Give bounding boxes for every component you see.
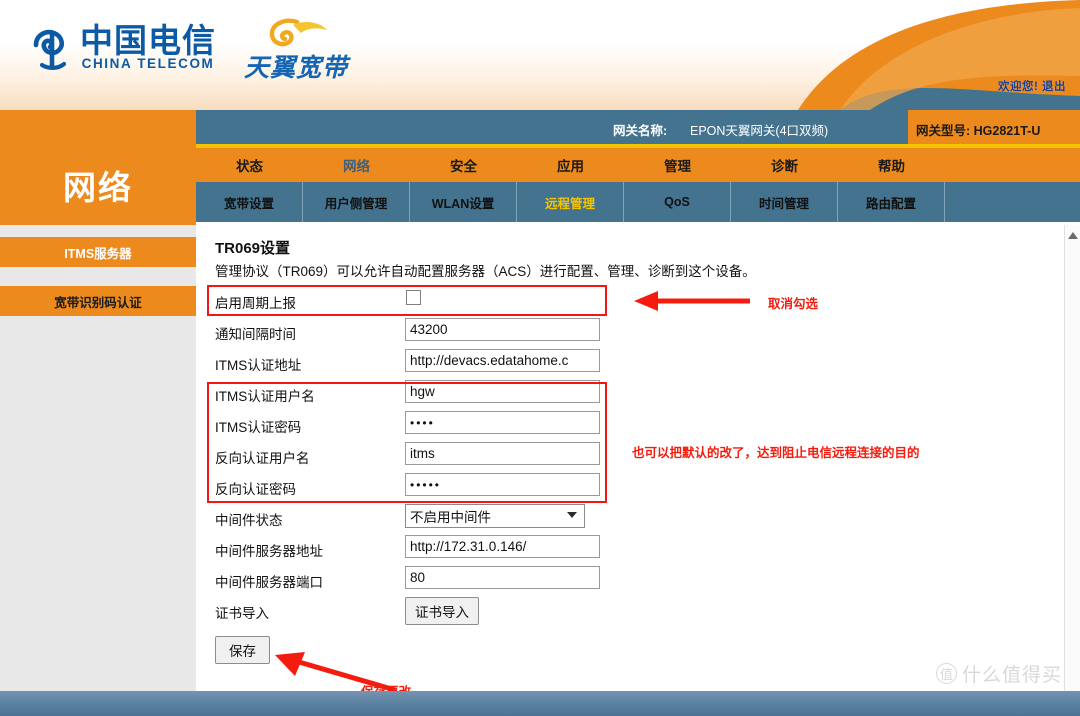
china-telecom-logo: 中国电信 CHINA TELECOM	[30, 24, 216, 71]
section-title-block: 网络	[0, 144, 196, 225]
form-row-10: 证书导入 证书导入	[196, 595, 1080, 626]
field-label-5: 反向认证用户名	[215, 451, 310, 466]
nav-item-5[interactable]: 诊断	[731, 148, 838, 182]
form-row-7: 中间件状态	[196, 502, 1080, 533]
main-nav: 状态 网络 安全 应用 管理 诊断 帮助	[196, 148, 1080, 182]
gateway-name-label: 网关名称:	[613, 124, 668, 138]
tr069-form: 启用周期上报通知间隔时间 ITMS认证地址 ITMS认证用户名 ITMS认证密码反向认…	[196, 285, 1080, 668]
field-input-2[interactable]	[405, 349, 600, 372]
nav-item-0[interactable]: 状态	[196, 148, 303, 182]
nav-item-6[interactable]: 帮助	[838, 148, 945, 182]
sidebar-item-1[interactable]: 宽带识别码认证	[0, 286, 196, 316]
sidebar-item-0[interactable]: ITMS服务器	[0, 237, 196, 267]
gateway-info-bar: 网关名称: EPON天翼网关(4口双频) 网关型号: HG2821T-U	[0, 110, 1080, 144]
tianyi-hanzi: 天翼宽带	[244, 53, 349, 82]
field-label-9: 中间件服务器端口	[215, 575, 323, 590]
form-row-2: ITMS认证地址	[196, 347, 1080, 378]
gateway-model-value: HG2821T-U	[973, 124, 1041, 138]
subnav-item-6[interactable]: 路由配置	[838, 182, 945, 222]
form-row-1: 通知间隔时间	[196, 316, 1080, 347]
gateway-model: 网关型号: HG2821T-U	[916, 120, 1040, 139]
nav-item-2[interactable]: 安全	[410, 148, 517, 182]
tianyi-swirl-icon	[269, 18, 327, 47]
china-telecom-mark-icon	[30, 25, 74, 71]
nav-item-1[interactable]: 网络	[303, 148, 410, 182]
field-label-2: ITMS认证地址	[215, 358, 302, 373]
china-telecom-en: CHINA TELECOM	[81, 56, 215, 71]
gateway-model-label: 网关型号:	[916, 124, 971, 138]
annotation-change-defaults: 也可以把默认的改了，达到阻止电信远程连接的目的	[632, 445, 920, 460]
header-banner: 中国电信 CHINA TELECOM 天翼宽带 欢迎您! 退出	[0, 0, 1080, 110]
save-button[interactable]: 保存	[215, 636, 270, 664]
field-label-6: 反向认证密码	[215, 482, 296, 497]
left-sidebar: ITMS服务器 宽带识别码认证	[0, 225, 196, 691]
field-select-7[interactable]	[405, 504, 585, 528]
form-row-9: 中间件服务器端口	[196, 564, 1080, 595]
subnav-item-3[interactable]: 远程管理	[517, 182, 624, 222]
logout-link[interactable]: 退出	[1042, 81, 1066, 93]
form-row-4: ITMS认证密码	[196, 409, 1080, 440]
field-input-4[interactable]	[405, 411, 600, 434]
nav-item-4[interactable]: 管理	[624, 148, 731, 182]
page-description: 管理协议（TR069）可以允许自动配置服务器（ACS）进行配置、管理、诊断到这个…	[215, 264, 756, 279]
subnav-item-5[interactable]: 时间管理	[731, 182, 838, 222]
subnav-item-0[interactable]: 宽带设置	[196, 182, 303, 222]
field-checkbox-0[interactable]	[406, 290, 421, 305]
subnav-item-2[interactable]: WLAN设置	[410, 182, 517, 222]
field-label-7: 中间件状态	[215, 513, 283, 528]
sub-nav: 宽带设置 用户侧管理 WLAN设置 远程管理 QoS 时间管理 路由配置	[196, 182, 1080, 222]
field-label-1: 通知间隔时间	[215, 327, 296, 342]
field-label-10: 证书导入	[215, 606, 269, 621]
field-input-8[interactable]	[405, 535, 600, 558]
form-row-0: 启用周期上报	[196, 285, 1080, 316]
save-row: 保存	[196, 634, 1080, 668]
bottom-bar	[0, 691, 1080, 716]
logo-group: 中国电信 CHINA TELECOM 天翼宽带	[30, 14, 348, 81]
gateway-bar-left-block	[0, 110, 196, 144]
field-label-0: 启用周期上报	[215, 296, 296, 311]
welcome-text: 欢迎您!	[997, 81, 1039, 93]
gateway-name-value: EPON天翼网关(4口双频)	[690, 124, 829, 138]
scroll-up-arrow-icon[interactable]	[1068, 232, 1078, 239]
subnav-item-4[interactable]: QoS	[624, 182, 731, 222]
field-input-9[interactable]	[405, 566, 600, 589]
tianyi-broadband-logo: 天翼宽带	[244, 16, 348, 81]
field-input-1[interactable]	[405, 318, 600, 341]
china-telecom-hanzi: 中国电信	[80, 21, 216, 60]
field-input-3[interactable]	[405, 380, 600, 403]
page-title: TR069设置	[215, 240, 291, 257]
field-label-8: 中间件服务器地址	[215, 544, 323, 559]
section-title: 网络	[63, 167, 133, 207]
annotation-uncheck: 取消勾选	[768, 296, 819, 311]
nav-item-3[interactable]: 应用	[517, 148, 624, 182]
content-panel: TR069设置 管理协议（TR069）可以允许自动配置服务器（ACS）进行配置、…	[196, 225, 1080, 699]
field-label-4: ITMS认证密码	[215, 420, 302, 435]
field-input-5[interactable]	[405, 442, 600, 465]
form-row-6: 反向认证密码	[196, 471, 1080, 502]
field-label-3: ITMS认证用户名	[215, 389, 315, 404]
cert-import-button[interactable]: 证书导入	[405, 597, 479, 625]
welcome-area: 欢迎您! 退出	[998, 78, 1066, 94]
vertical-scrollbar[interactable]	[1064, 225, 1080, 691]
field-input-6[interactable]	[405, 473, 600, 496]
navigation: 状态 网络 安全 应用 管理 诊断 帮助 宽带设置 用户侧管理 WLAN设置 远程管理 QoS 时间管…	[196, 144, 1080, 225]
subnav-item-7	[945, 182, 1052, 222]
form-row-3: ITMS认证用户名	[196, 378, 1080, 409]
subnav-item-1[interactable]: 用户侧管理	[303, 182, 410, 222]
form-row-8: 中间件服务器地址	[196, 533, 1080, 564]
